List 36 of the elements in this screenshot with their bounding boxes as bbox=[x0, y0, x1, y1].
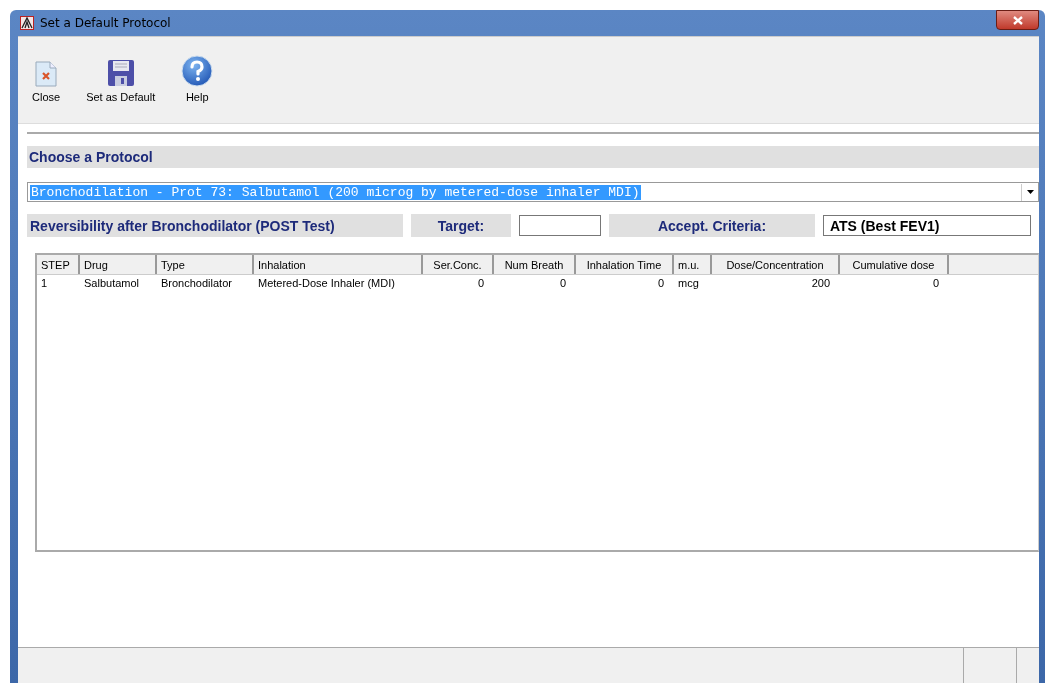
target-label: Target: bbox=[411, 214, 511, 237]
dropdown-arrow-icon bbox=[1026, 190, 1034, 194]
table-cell-text: 1 bbox=[40, 276, 49, 291]
set-default-button[interactable]: Set as Default bbox=[80, 45, 162, 103]
table-cell-text: Salbutamol bbox=[83, 276, 141, 291]
table-cell-text: 0 bbox=[558, 276, 567, 291]
column-header[interactable]: Inhalation bbox=[254, 255, 423, 274]
close-button[interactable] bbox=[996, 10, 1039, 30]
target-field[interactable] bbox=[519, 215, 601, 236]
table-cell-text: 0 bbox=[656, 276, 665, 291]
column-header[interactable]: Num Breath bbox=[494, 255, 576, 274]
window-title: Set a Default Protocol bbox=[40, 16, 171, 30]
column-header[interactable]: Dose/Concentration bbox=[712, 255, 840, 274]
criteria-label: Accept. Criteria: bbox=[609, 214, 815, 237]
column-header[interactable]: Cumulative dose bbox=[840, 255, 949, 274]
section-heading: Choose a Protocol bbox=[27, 146, 1039, 168]
column-header[interactable]: Inhalation Time bbox=[576, 255, 674, 274]
close-icon bbox=[1012, 15, 1023, 25]
table-cell-text: 0 bbox=[931, 276, 940, 291]
table-cell-text: 200 bbox=[810, 276, 831, 291]
help-icon bbox=[181, 55, 214, 87]
column-header[interactable]: Ser.Conc. bbox=[423, 255, 494, 274]
criteria-field[interactable]: ATS (Best FEV1) bbox=[823, 215, 1031, 236]
column-header[interactable]: m.u. bbox=[674, 255, 712, 274]
help-button[interactable]: Help bbox=[175, 45, 220, 103]
column-header[interactable]: Drug bbox=[80, 255, 157, 274]
table-cell-text: Bronchodilator bbox=[160, 276, 233, 291]
table-cell-text: Metered-Dose Inhaler (MDI) bbox=[257, 276, 396, 291]
test-label: Reversibility after Bronchodilator (POST Test) bbox=[27, 214, 403, 237]
table-cell-text: mcg bbox=[677, 276, 700, 291]
table-cell-text: 0 bbox=[476, 276, 485, 291]
close-button[interactable]: Close bbox=[26, 45, 67, 103]
column-header[interactable]: Type bbox=[157, 255, 254, 274]
document-close-icon bbox=[35, 61, 58, 87]
app-logo-icon bbox=[20, 16, 34, 30]
column-header[interactable]: STEP bbox=[37, 255, 80, 274]
